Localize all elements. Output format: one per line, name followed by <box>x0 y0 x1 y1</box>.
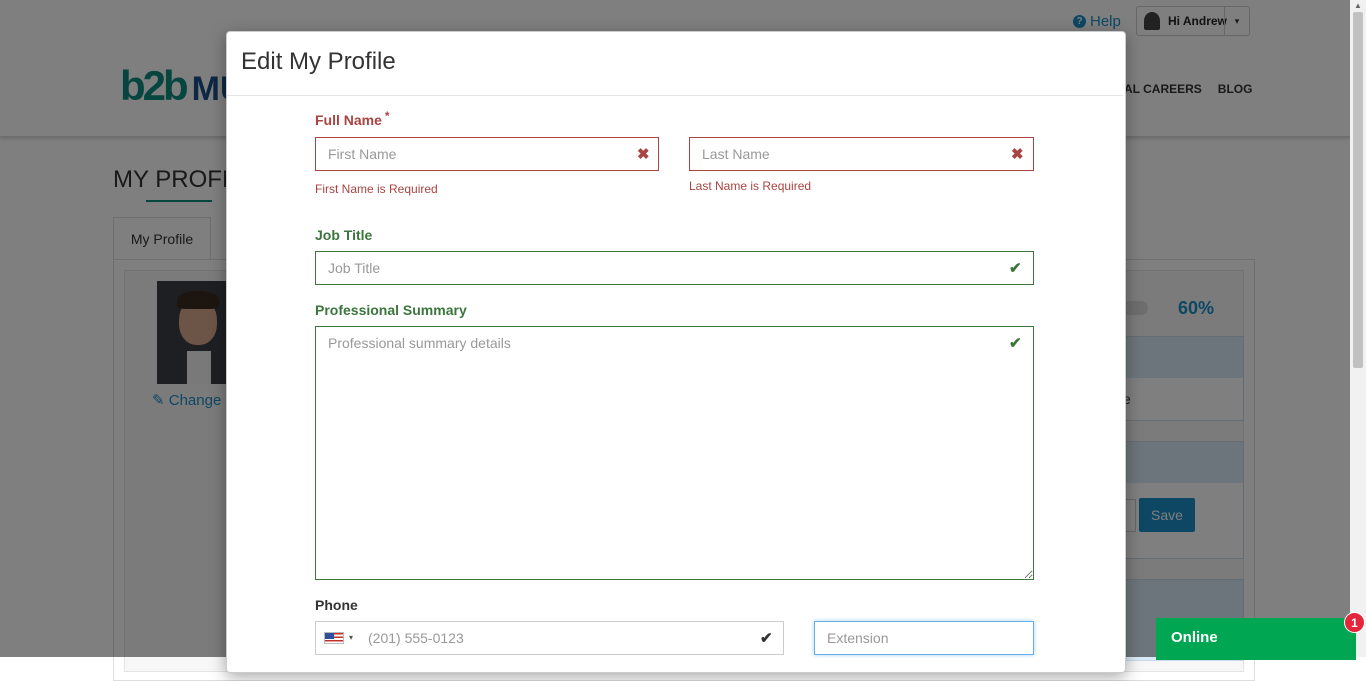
country-caret-icon[interactable]: ▾ <box>349 633 353 642</box>
phone-check-icon: ✔ <box>760 630 773 647</box>
modal-title: Edit My Profile <box>241 48 396 75</box>
required-mark: * <box>384 109 390 123</box>
summary-textarea[interactable] <box>315 326 1034 580</box>
page-scrollbar[interactable]: ▲ <box>1350 0 1366 657</box>
phone-input[interactable] <box>315 621 784 655</box>
last-name-input[interactable] <box>689 137 1034 171</box>
last-name-error: Last Name is Required <box>689 179 812 193</box>
first-name-error-icon: ✖ <box>637 146 650 163</box>
job-title-label: Job Title <box>315 227 373 243</box>
summary-label: Professional Summary <box>315 302 467 318</box>
chat-notification-badge: 1 <box>1344 612 1365 633</box>
job-title-check-icon: ✔ <box>1009 260 1022 277</box>
chat-widget[interactable]: Online <box>1156 618 1356 660</box>
us-flag-icon[interactable] <box>324 632 344 644</box>
summary-check-icon: ✔ <box>1009 335 1022 352</box>
first-name-input[interactable] <box>315 137 659 171</box>
scroll-up-icon[interactable]: ▲ <box>1354 1 1362 10</box>
last-name-error-icon: ✖ <box>1011 146 1024 163</box>
full-name-label: Full Name * <box>315 109 390 128</box>
modal-header-divider <box>227 95 1123 96</box>
scrollbar-thumb[interactable] <box>1353 12 1363 368</box>
chat-status-label: Online <box>1171 629 1218 646</box>
first-name-error: First Name is Required <box>315 182 438 196</box>
phone-label: Phone <box>315 597 358 613</box>
extension-input[interactable] <box>814 621 1034 655</box>
job-title-input[interactable] <box>315 251 1034 285</box>
